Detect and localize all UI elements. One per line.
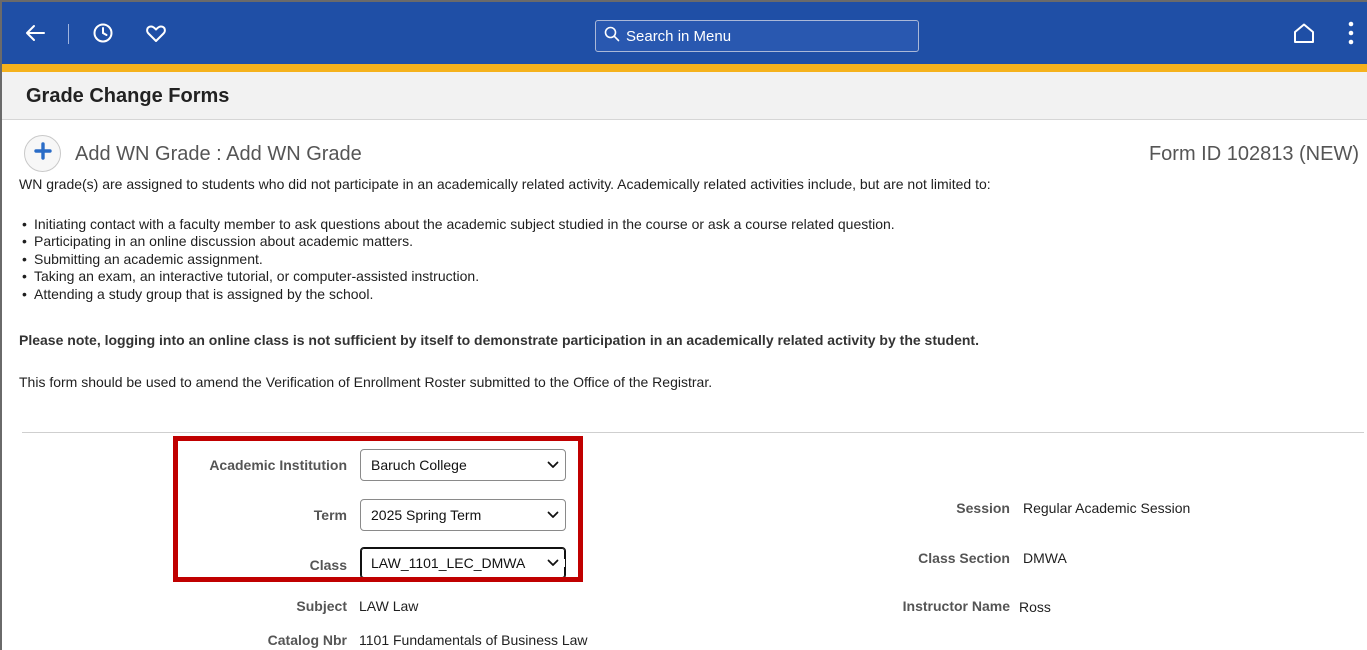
more-vertical-icon[interactable] xyxy=(1336,18,1366,48)
usage-note: This form should be used to amend the Ve… xyxy=(19,374,713,390)
institution-select[interactable]: Baruch College xyxy=(360,449,566,481)
activity-list: Initiating contact with a faculty member… xyxy=(22,216,895,303)
institution-value: Baruch College xyxy=(371,457,467,473)
back-arrow-icon[interactable] xyxy=(20,18,50,48)
app-window: Search in Menu Grade Change Forms Add WN… xyxy=(0,0,1367,650)
term-value: 2025 Spring Term xyxy=(371,507,482,523)
search-placeholder: Search in Menu xyxy=(626,27,732,45)
chevron-down-icon xyxy=(541,511,565,519)
history-clock-icon[interactable] xyxy=(88,18,118,48)
class-section-value: DMWA xyxy=(1023,550,1067,566)
term-label: Term xyxy=(313,507,347,523)
list-item: Taking an exam, an interactive tutorial,… xyxy=(22,268,895,285)
list-item: Attending a study group that is assigned… xyxy=(22,286,895,303)
session-value: Regular Academic Session xyxy=(1023,500,1191,516)
class-select[interactable]: LAW_1101_LEC_DMWA xyxy=(360,547,566,579)
form-heading: Add WN Grade : Add WN Grade xyxy=(75,143,362,165)
page-title-bar: Grade Change Forms xyxy=(2,72,1367,120)
class-section-label: Class Section xyxy=(918,550,1010,566)
search-icon xyxy=(604,26,620,47)
subject-label: Subject xyxy=(296,598,347,614)
add-grade-button[interactable] xyxy=(24,135,61,172)
page-title: Grade Change Forms xyxy=(26,85,230,107)
catalog-label: Catalog Nbr xyxy=(267,632,347,648)
class-label: Class xyxy=(309,557,347,573)
list-item: Participating in an online discussion ab… xyxy=(22,233,895,250)
chevron-down-icon xyxy=(541,559,565,567)
nav-divider xyxy=(68,24,69,44)
participation-note: Please note, logging into an online clas… xyxy=(19,332,979,348)
home-icon[interactable] xyxy=(1289,18,1319,48)
search-input[interactable]: Search in Menu xyxy=(595,20,919,52)
section-divider xyxy=(22,432,1364,433)
list-item: Submitting an academic assignment. xyxy=(22,251,895,268)
subject-value: LAW Law xyxy=(359,598,419,614)
session-label: Session xyxy=(956,500,1010,516)
instructor-value: Ross xyxy=(1019,599,1051,615)
top-nav-bar: Search in Menu xyxy=(2,2,1367,64)
form-id: Form ID 102813 (NEW) xyxy=(1148,143,1359,165)
term-select[interactable]: 2025 Spring Term xyxy=(360,499,566,531)
favorites-heart-icon[interactable] xyxy=(141,18,171,48)
chevron-down-icon xyxy=(541,461,565,469)
class-value: LAW_1101_LEC_DMWA xyxy=(371,555,526,571)
nav-accent-stripe xyxy=(2,64,1367,72)
list-item: Initiating contact with a faculty member… xyxy=(22,216,895,233)
institution-label: Academic Institution xyxy=(209,457,347,473)
plus-icon xyxy=(33,142,52,165)
instructions-intro: WN grade(s) are assigned to students who… xyxy=(19,176,991,192)
instructor-label: Instructor Name xyxy=(902,598,1010,614)
catalog-value: 1101 Fundamentals of Business Law xyxy=(359,632,588,648)
